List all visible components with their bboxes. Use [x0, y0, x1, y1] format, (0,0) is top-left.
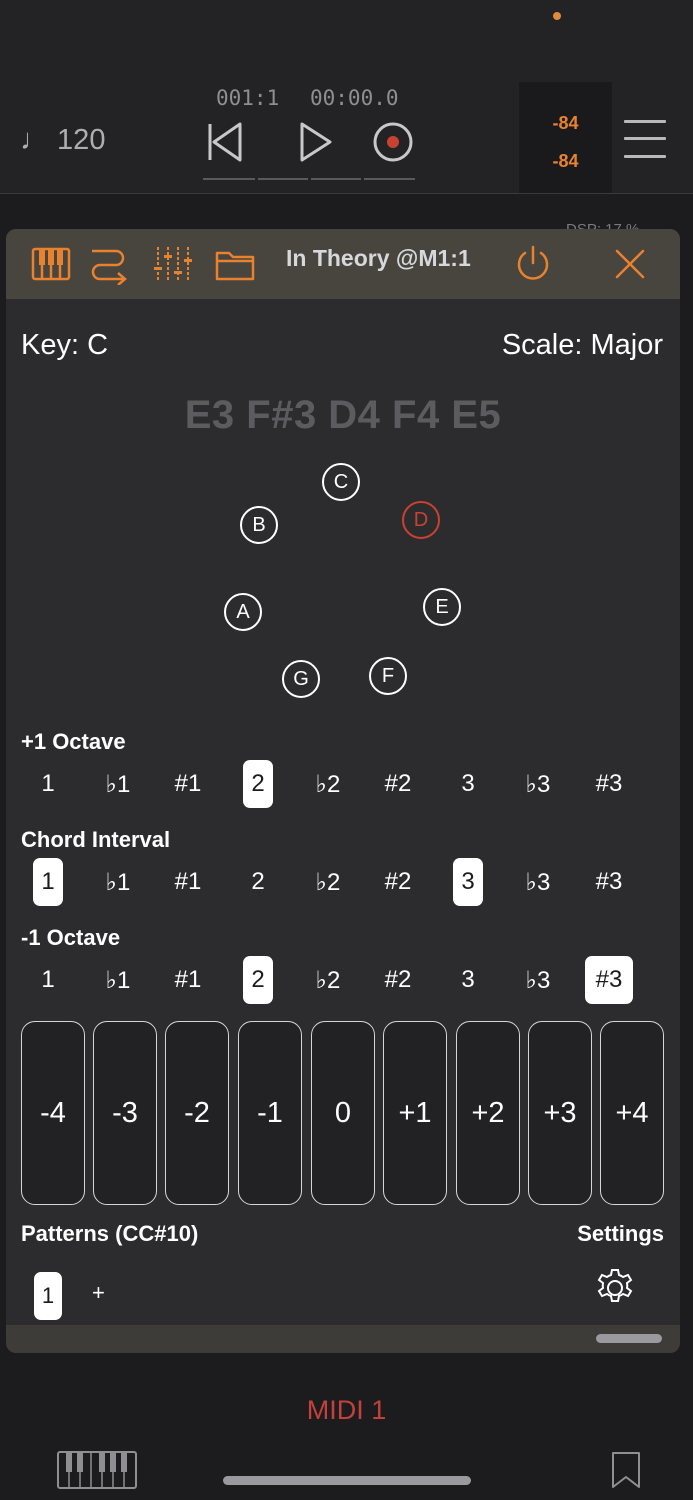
mixer-icon[interactable] [152, 243, 194, 285]
minus-octave-interval-6[interactable]: 3 [453, 956, 483, 1004]
minus-octave-interval-2[interactable]: #1 [164, 956, 212, 1004]
patterns-label: Patterns (CC#10) [21, 1221, 199, 1246]
scale-selector[interactable]: Scale: Major [502, 329, 663, 362]
chord-interval-interval-4[interactable]: ♭2 [304, 858, 352, 906]
meter-right-value: -84 [552, 151, 579, 171]
resize-handle[interactable] [596, 1334, 662, 1343]
pattern-button-1[interactable]: 1 [34, 1272, 62, 1320]
plus-octave-label: +1 Octave [21, 729, 126, 754]
bar-position: 001:1 [216, 86, 280, 110]
plus-octave-interval-1[interactable]: ♭1 [94, 760, 142, 808]
minus-octave-interval-7[interactable]: ♭3 [514, 956, 562, 1004]
note-circle-e[interactable]: E [423, 588, 461, 626]
chord-interval-interval-0[interactable]: 1 [33, 858, 63, 906]
note-circle-a[interactable]: A [224, 593, 262, 631]
close-icon [615, 249, 645, 279]
plus-octave-interval-7[interactable]: ♭3 [514, 760, 562, 808]
gear-icon [597, 1269, 633, 1302]
plus-octave-interval-3[interactable]: 2 [243, 760, 273, 808]
close-button[interactable] [609, 243, 651, 285]
chord-interval-interval-2[interactable]: #1 [164, 858, 212, 906]
transport-underline [311, 178, 361, 180]
minus-octave-label: -1 Octave [21, 925, 121, 950]
bookmark-button[interactable] [611, 1451, 641, 1494]
bookmark-icon [612, 1452, 640, 1488]
minus-octave-interval-3[interactable]: 2 [243, 956, 273, 1004]
keyboard-toggle[interactable] [57, 1451, 137, 1494]
chord-interval-interval-3[interactable]: 2 [243, 858, 273, 906]
transpose-pad-5[interactable]: +1 [383, 1021, 447, 1205]
minus-octave-interval-1[interactable]: ♭1 [94, 956, 142, 1004]
transport-underline [364, 178, 415, 180]
routing-icon [91, 249, 127, 286]
add-pattern-button[interactable]: + [92, 1280, 105, 1306]
meter-left-value: -84 [552, 113, 579, 133]
minus-octave-interval-0[interactable]: 1 [33, 956, 63, 1004]
plugin-window: In Theory @M1:1 Key: C Scale: Major E3 F… [6, 229, 680, 1353]
chord-interval-interval-5[interactable]: #2 [374, 858, 422, 906]
plus-octave-interval-2[interactable]: #1 [164, 760, 212, 808]
keyboard-icon [31, 247, 71, 281]
transpose-pad-2[interactable]: -2 [165, 1021, 229, 1205]
time-position: 00:00.0 [310, 86, 399, 110]
plus-octave-interval-5[interactable]: #2 [374, 760, 422, 808]
plus-octave-interval-8[interactable]: #3 [585, 760, 633, 808]
note-circle-c[interactable]: C [322, 463, 360, 501]
piano-icon [57, 1451, 137, 1489]
transport-underline [203, 178, 255, 180]
note-circle-f[interactable]: F [369, 657, 407, 695]
mixer-icon [154, 247, 192, 281]
minus-octave-interval-4[interactable]: ♭2 [304, 956, 352, 1004]
rewind-button[interactable] [200, 116, 248, 168]
plus-octave-interval-6[interactable]: 3 [453, 760, 483, 808]
record-button[interactable] [369, 116, 417, 168]
transpose-pad-8[interactable]: +4 [600, 1021, 664, 1205]
power-button[interactable] [512, 243, 554, 285]
chord-interval-interval-8[interactable]: #3 [585, 858, 633, 906]
chord-interval-interval-6[interactable]: 3 [453, 858, 483, 906]
key-selector[interactable]: Key: C [21, 329, 108, 362]
chord-interval-label: Chord Interval [21, 827, 171, 852]
minus-octave-interval-5[interactable]: #2 [374, 956, 422, 1004]
status-dot [553, 12, 561, 20]
note-circle-d[interactable]: D [402, 501, 440, 539]
record-icon [373, 122, 413, 162]
plus-octave-interval-0[interactable]: 1 [33, 760, 63, 808]
transpose-pad-0[interactable]: -4 [21, 1021, 85, 1205]
rewind-icon [208, 122, 242, 162]
transpose-pad-7[interactable]: +3 [528, 1021, 592, 1205]
note-circle-g[interactable]: G [282, 660, 320, 698]
track-name[interactable]: MIDI 1 [0, 1395, 693, 1426]
play-button[interactable] [290, 116, 338, 168]
plugin-footer [6, 1325, 680, 1353]
level-meter: -84 -84 [519, 82, 612, 193]
note-circle-b[interactable]: B [240, 506, 278, 544]
folder-icon [215, 251, 255, 281]
chord-interval-interval-7[interactable]: ♭3 [514, 858, 562, 906]
tempo-display[interactable]: ♩ 120 [20, 124, 105, 157]
transpose-pad-3[interactable]: -1 [238, 1021, 302, 1205]
settings-button[interactable] [593, 1266, 637, 1310]
power-icon [517, 245, 549, 280]
plugin-title: In Theory @M1:1 [286, 245, 471, 271]
transpose-pad-1[interactable]: -3 [93, 1021, 157, 1205]
chord-interval-interval-1[interactable]: ♭1 [94, 858, 142, 906]
transport-underline [258, 178, 308, 180]
folder-icon[interactable] [214, 243, 256, 285]
transpose-pad-4[interactable]: 0 [311, 1021, 375, 1205]
keyboard-icon[interactable] [30, 243, 72, 285]
settings-label: Settings [577, 1221, 664, 1246]
transpose-pad-6[interactable]: +2 [456, 1021, 520, 1205]
plugin-header: In Theory @M1:1 [6, 229, 680, 299]
home-indicator [223, 1476, 471, 1485]
play-icon [300, 122, 332, 162]
routing-icon[interactable] [88, 243, 130, 286]
minus-octave-interval-8[interactable]: #3 [585, 956, 633, 1004]
plus-octave-interval-4[interactable]: ♭2 [304, 760, 352, 808]
menu-icon[interactable] [624, 118, 670, 164]
chord-notes-display: E3 F#3 D4 F4 E5 [184, 393, 502, 437]
